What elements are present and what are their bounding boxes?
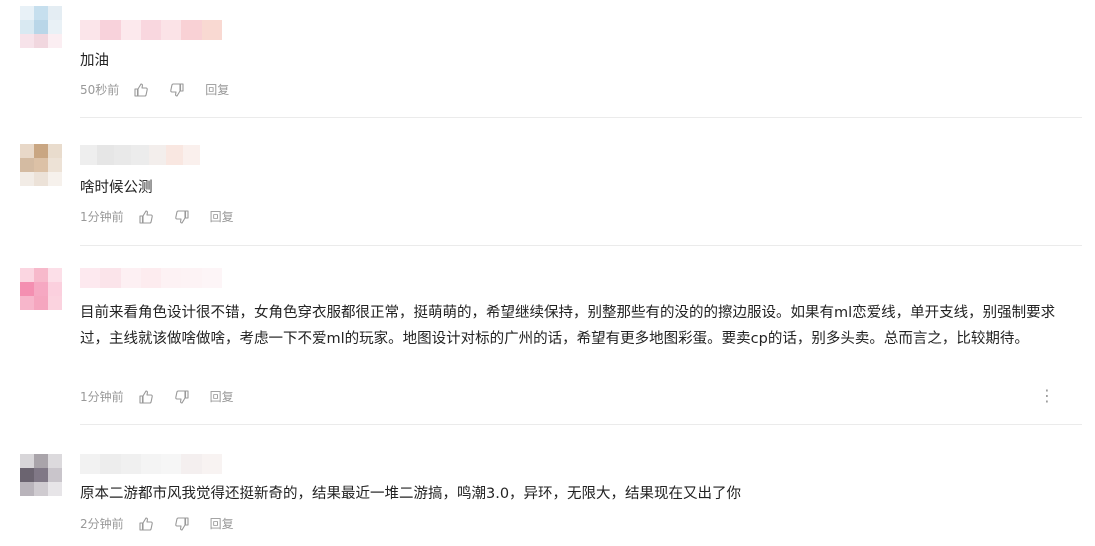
thumbs-up-icon[interactable] bbox=[138, 209, 154, 225]
comment-time: 1分钟前 bbox=[80, 210, 124, 224]
avatar[interactable] bbox=[20, 6, 62, 48]
username[interactable] bbox=[80, 268, 222, 288]
thumbs-down-icon[interactable] bbox=[169, 82, 185, 98]
comment-text: 啥时候公测 bbox=[80, 180, 153, 196]
avatar[interactable] bbox=[20, 144, 62, 186]
avatar[interactable] bbox=[20, 268, 62, 310]
comment-actions: 1分钟前 回复 bbox=[80, 208, 234, 225]
thumbs-down-icon[interactable] bbox=[174, 209, 190, 225]
comment-time: 2分钟前 bbox=[80, 517, 124, 531]
comment-time: 1分钟前 bbox=[80, 390, 124, 404]
reply-button[interactable]: 回复 bbox=[210, 388, 234, 405]
avatar[interactable] bbox=[20, 454, 62, 496]
reply-button[interactable]: 回复 bbox=[210, 208, 234, 225]
reply-button[interactable]: 回复 bbox=[205, 81, 229, 98]
more-options-icon[interactable]: ⋮ bbox=[1039, 388, 1055, 404]
comment-text: 目前来看角色设计很不错，女角色穿衣服都很正常，挺萌萌的，希望继续保持，别整那些有… bbox=[80, 305, 1056, 347]
divider bbox=[80, 424, 1082, 425]
thumbs-up-icon[interactable] bbox=[133, 82, 149, 98]
reply-button[interactable]: 回复 bbox=[210, 515, 234, 532]
comment-text: 原本二游都市风我觉得还挺新奇的，结果最近一堆二游搞，鸣潮3.0，异环，无限大，结… bbox=[80, 486, 742, 502]
comment-actions: 50秒前 回复 bbox=[80, 81, 229, 98]
comment-actions: 2分钟前 回复 bbox=[80, 515, 234, 532]
username[interactable] bbox=[80, 20, 222, 40]
thumbs-up-icon[interactable] bbox=[138, 389, 154, 405]
comment-actions: 1分钟前 回复 bbox=[80, 388, 234, 405]
divider bbox=[80, 245, 1082, 246]
divider bbox=[80, 117, 1082, 118]
username[interactable] bbox=[80, 454, 222, 474]
username[interactable] bbox=[80, 145, 200, 165]
thumbs-up-icon[interactable] bbox=[138, 516, 154, 532]
thumbs-down-icon[interactable] bbox=[174, 516, 190, 532]
comment-time: 50秒前 bbox=[80, 83, 120, 97]
comment-text: 加油 bbox=[80, 53, 109, 69]
thumbs-down-icon[interactable] bbox=[174, 389, 190, 405]
